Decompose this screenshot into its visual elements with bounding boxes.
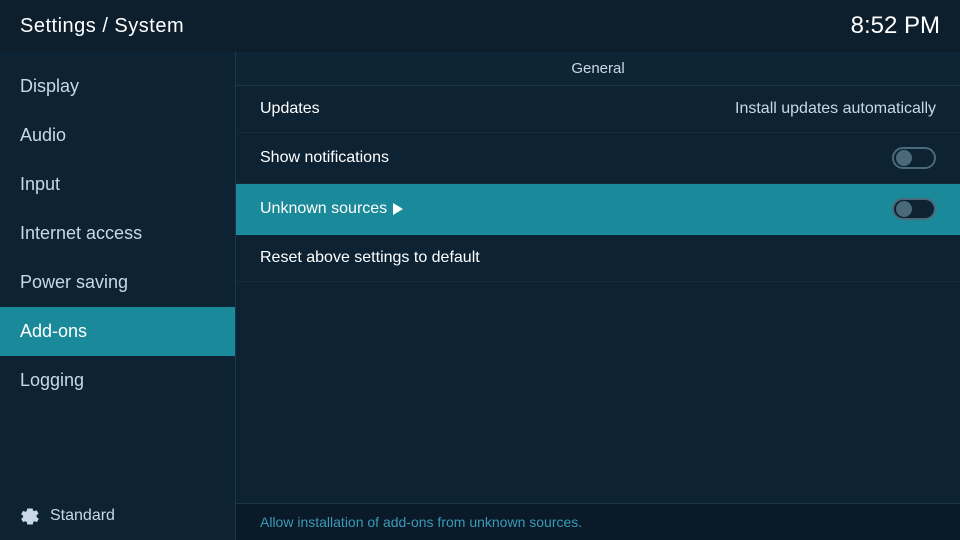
gear-icon xyxy=(20,506,40,526)
setting-row-show-notifications[interactable]: Show notifications xyxy=(236,133,960,184)
setting-row-reset-above[interactable]: Reset above settings to default xyxy=(236,235,960,282)
sidebar-item-input[interactable]: Input xyxy=(0,160,235,209)
setting-label-updates: Updates xyxy=(260,100,320,118)
sidebar-item-add-ons[interactable]: Add-ons xyxy=(0,307,235,356)
standard-label: Standard xyxy=(50,507,115,525)
clock: 8:52 PM xyxy=(851,12,940,40)
setting-label-show-notifications: Show notifications xyxy=(260,149,389,167)
setting-label-unknown-sources: Unknown sources xyxy=(260,200,403,218)
sidebar-footer[interactable]: Standard xyxy=(0,492,235,540)
setting-row-updates[interactable]: Updates Install updates automatically xyxy=(236,86,960,133)
sidebar-item-power-saving[interactable]: Power saving xyxy=(0,258,235,307)
toggle-unknown-sources[interactable] xyxy=(892,198,936,220)
toggle-show-notifications[interactable] xyxy=(892,147,936,169)
sidebar-item-internet-access[interactable]: Internet access xyxy=(0,209,235,258)
setting-row-unknown-sources[interactable]: Unknown sources xyxy=(236,184,960,235)
sidebar-item-logging[interactable]: Logging xyxy=(0,356,235,405)
sidebar-item-display[interactable]: Display xyxy=(0,62,235,111)
cursor-indicator xyxy=(393,203,403,215)
content-area: General Updates Install updates automatic… xyxy=(235,52,960,540)
header: Settings / System 8:52 PM xyxy=(0,0,960,52)
section-header: General xyxy=(236,52,960,86)
sidebar-item-audio[interactable]: Audio xyxy=(0,111,235,160)
page-title: Settings / System xyxy=(20,15,184,38)
setting-label-reset-above: Reset above settings to default xyxy=(260,249,480,267)
settings-list: Updates Install updates automatically Show… xyxy=(236,86,960,503)
setting-value-updates: Install updates automatically xyxy=(735,100,936,118)
main-layout: DisplayAudioInputInternet accessPower sa… xyxy=(0,52,960,540)
footer-info: Allow installation of add-ons from unkno… xyxy=(236,503,960,540)
sidebar: DisplayAudioInputInternet accessPower sa… xyxy=(0,52,235,540)
